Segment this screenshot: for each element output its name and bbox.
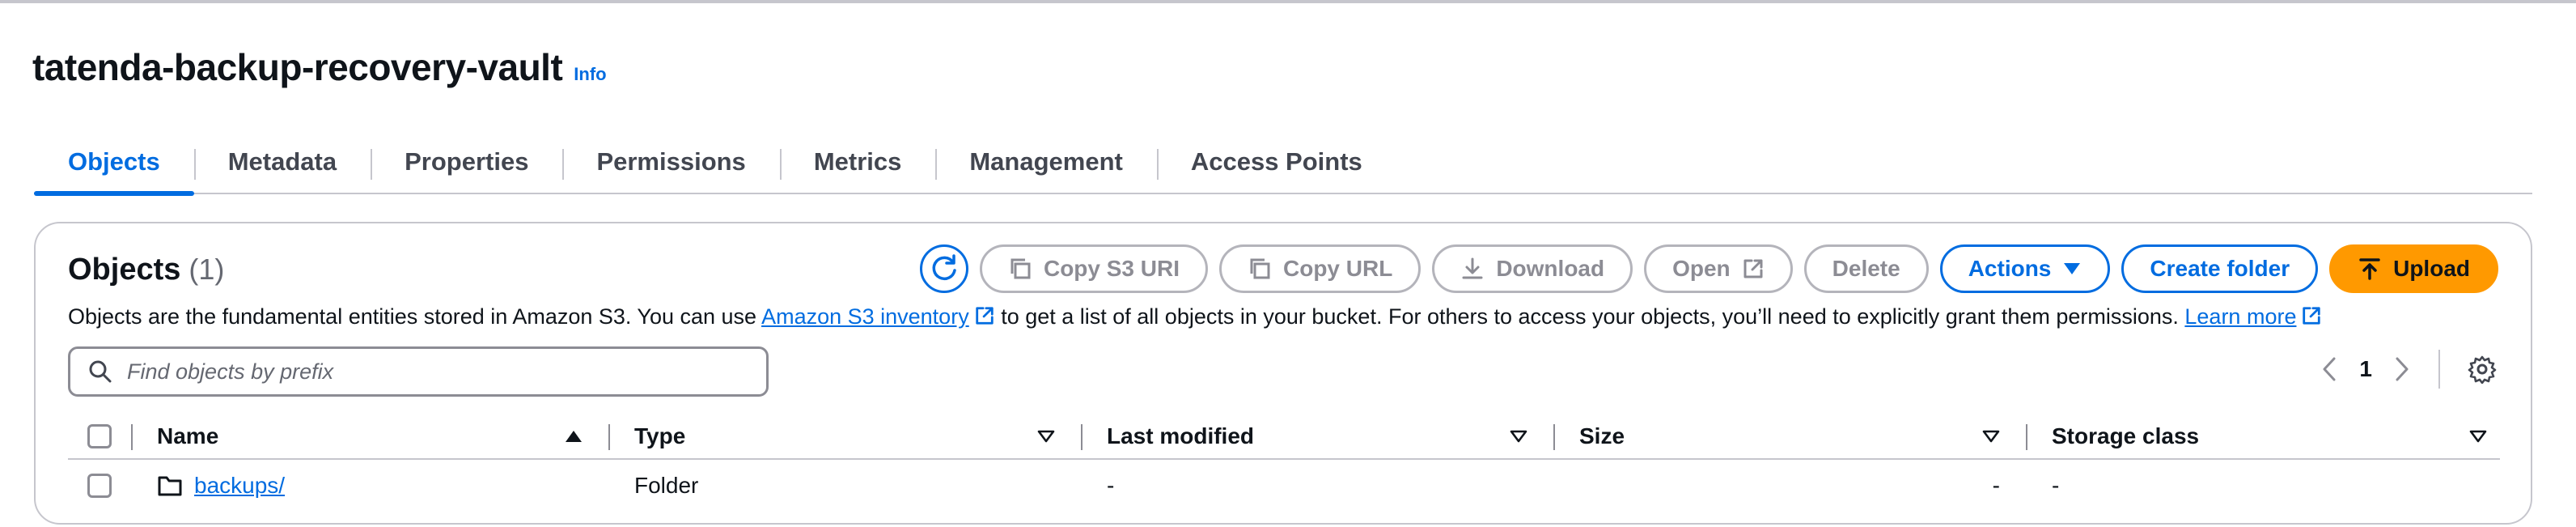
row-checkbox-cell bbox=[68, 460, 131, 512]
size-value: - bbox=[1992, 473, 2000, 498]
objects-heading: Objects (1) bbox=[68, 253, 224, 287]
copy-s3-uri-label: Copy S3 URI bbox=[1043, 256, 1180, 281]
table-header: Name Type Last modified Size Storage cla… bbox=[68, 414, 2500, 460]
column-header-storage-class[interactable]: Storage class bbox=[2026, 414, 2500, 458]
pagination: 1 bbox=[2320, 350, 2497, 389]
tab-properties[interactable]: Properties bbox=[371, 131, 562, 193]
delete-button[interactable]: Delete bbox=[1803, 244, 1929, 293]
header-checkbox-cell bbox=[68, 414, 131, 458]
column-header-size[interactable]: Size bbox=[1553, 414, 2026, 458]
row-checkbox[interactable] bbox=[87, 474, 112, 498]
column-header-name[interactable]: Name bbox=[131, 414, 608, 458]
column-storage-class-label: Storage class bbox=[2052, 423, 2200, 448]
search-input[interactable] bbox=[127, 359, 742, 385]
info-link[interactable]: Info bbox=[574, 64, 606, 85]
copy-url-label: Copy URL bbox=[1283, 256, 1393, 281]
s3-inventory-link[interactable]: Amazon S3 inventory bbox=[761, 304, 969, 329]
search-box[interactable] bbox=[68, 346, 769, 397]
copy-url-button[interactable]: Copy URL bbox=[1219, 244, 1421, 293]
objects-title: Objects bbox=[68, 253, 181, 287]
divider bbox=[2438, 350, 2440, 389]
search-icon bbox=[89, 360, 112, 383]
storage-class-value: - bbox=[2052, 473, 2060, 498]
type-value: Folder bbox=[634, 473, 699, 498]
table-row[interactable]: backups/ Folder - - - bbox=[68, 460, 2500, 512]
copy-s3-uri-button[interactable]: Copy S3 URI bbox=[979, 244, 1208, 293]
refresh-button[interactable] bbox=[919, 244, 968, 293]
upload-label: Upload bbox=[2393, 256, 2470, 281]
tab-access-points[interactable]: Access Points bbox=[1156, 131, 1396, 193]
column-type-label: Type bbox=[634, 423, 686, 448]
select-all-checkbox[interactable] bbox=[87, 424, 112, 448]
copy-icon bbox=[1010, 258, 1031, 279]
download-label: Download bbox=[1496, 256, 1605, 281]
open-label: Open bbox=[1672, 256, 1731, 281]
column-size-label: Size bbox=[1579, 423, 1625, 448]
create-folder-label: Create folder bbox=[2150, 256, 2290, 281]
chevron-right-icon[interactable] bbox=[2393, 355, 2411, 383]
download-button[interactable]: Download bbox=[1432, 244, 1633, 293]
column-last-modified-label: Last modified bbox=[1107, 423, 1255, 448]
external-link-icon bbox=[1743, 259, 1763, 278]
objects-table: Name Type Last modified Size Storage cla… bbox=[68, 414, 2500, 512]
folder-icon bbox=[158, 476, 182, 496]
caret-down-icon bbox=[2064, 263, 2081, 274]
objects-count: (1) bbox=[189, 253, 225, 286]
page-header: tatenda-backup-recovery-vault Info bbox=[32, 45, 607, 89]
cell-size: - bbox=[1553, 460, 2026, 512]
upload-button[interactable]: Upload bbox=[2329, 244, 2498, 293]
description-text-2: to get a list of all objects in your buc… bbox=[994, 304, 2185, 329]
refresh-icon bbox=[932, 254, 956, 281]
create-folder-button[interactable]: Create folder bbox=[2121, 244, 2319, 293]
tab-bar: Objects Metadata Properties Permissions … bbox=[34, 131, 2532, 196]
cell-name: backups/ bbox=[131, 460, 608, 512]
tab-objects[interactable]: Objects bbox=[34, 131, 194, 196]
actions-label: Actions bbox=[1968, 256, 2052, 281]
sort-icon bbox=[1510, 430, 1527, 443]
sort-icon bbox=[2469, 430, 2487, 443]
last-modified-value: - bbox=[1107, 473, 1115, 498]
tab-metadata[interactable]: Metadata bbox=[193, 131, 371, 193]
objects-toolbar: Copy S3 URI Copy URL Download Open Delet… bbox=[919, 244, 2498, 293]
gear-icon[interactable] bbox=[2468, 355, 2497, 384]
tab-permissions[interactable]: Permissions bbox=[562, 131, 779, 193]
actions-dropdown[interactable]: Actions bbox=[1939, 244, 2111, 293]
objects-panel: Objects (1) Copy S3 URI Copy URL Downloa… bbox=[34, 222, 2532, 525]
delete-label: Delete bbox=[1832, 256, 1900, 281]
column-name-label: Name bbox=[157, 423, 219, 448]
column-header-last-modified[interactable]: Last modified bbox=[1081, 414, 1553, 458]
learn-more-link[interactable]: Learn more bbox=[2184, 304, 2296, 329]
page-number[interactable]: 1 bbox=[2359, 356, 2372, 382]
sort-ascending-icon bbox=[566, 431, 582, 442]
external-link-icon bbox=[976, 307, 994, 325]
tab-management[interactable]: Management bbox=[935, 131, 1156, 193]
sort-icon bbox=[1037, 430, 1055, 443]
upload-icon bbox=[2359, 258, 2380, 280]
cell-type: Folder bbox=[608, 460, 1081, 512]
download-icon bbox=[1462, 257, 1483, 279]
cell-last-modified: - bbox=[1081, 460, 1553, 512]
sort-icon bbox=[1982, 430, 2000, 443]
objects-description: Objects are the fundamental entities sto… bbox=[68, 304, 2322, 329]
description-text: Objects are the fundamental entities sto… bbox=[68, 304, 762, 329]
external-link-icon bbox=[2303, 307, 2321, 325]
column-header-type[interactable]: Type bbox=[608, 414, 1081, 458]
page-title: tatenda-backup-recovery-vault bbox=[32, 46, 563, 88]
chevron-left-icon[interactable] bbox=[2320, 355, 2338, 383]
copy-icon bbox=[1250, 258, 1270, 279]
open-button[interactable]: Open bbox=[1644, 244, 1793, 293]
cell-storage-class: - bbox=[2026, 460, 2500, 512]
tab-metrics[interactable]: Metrics bbox=[779, 131, 936, 193]
folder-link[interactable]: backups/ bbox=[194, 473, 285, 499]
